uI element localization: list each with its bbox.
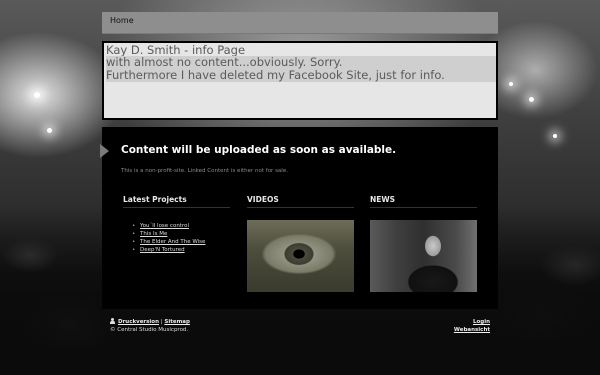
project-item[interactable]: This Is Me xyxy=(132,230,205,238)
project-link[interactable]: This Is Me xyxy=(140,231,167,237)
footer-left: Druckversion | Sitemap © Central Studio … xyxy=(110,318,190,334)
video-thumbnail-eye[interactable] xyxy=(247,220,354,292)
print-version-link[interactable]: Druckversion xyxy=(118,319,159,325)
stage-light xyxy=(34,92,40,98)
login-link[interactable]: Login xyxy=(454,318,490,326)
non-profit-notice: This is a non-profit-site. Linked Conten… xyxy=(121,168,288,174)
projects-list: You´ll lose control This Is Me The Elder… xyxy=(132,222,205,254)
divider xyxy=(370,207,477,208)
page-headline: Content will be uploaded as soon as avai… xyxy=(121,144,397,156)
person-icon xyxy=(110,318,115,324)
project-link[interactable]: The Elder And The Wise xyxy=(140,239,205,245)
stage-light xyxy=(509,82,513,86)
footer-separator: | xyxy=(160,319,163,325)
top-navigation: Home xyxy=(102,12,498,34)
footer-links: Druckversion | Sitemap xyxy=(110,318,190,327)
divider xyxy=(247,207,354,208)
project-link[interactable]: Deep'N Tortured xyxy=(140,247,185,253)
divider xyxy=(123,207,230,208)
main-content: Content will be uploaded as soon as avai… xyxy=(100,127,498,309)
info-line-facebook-note: Furthermore I have deleted my Facebook S… xyxy=(106,69,496,82)
nav-home-link[interactable]: Home xyxy=(110,16,134,25)
videos-title: VIDEOS xyxy=(247,195,279,204)
copyright-text: © Central Studio Musicprod. xyxy=(110,326,189,333)
stage-light xyxy=(47,128,52,133)
project-link[interactable]: You´ll lose control xyxy=(140,223,189,229)
project-item[interactable]: You´ll lose control xyxy=(132,222,205,230)
footer-right: Login Webansicht xyxy=(454,318,490,334)
news-thumbnail-portrait[interactable] xyxy=(370,220,477,292)
info-box: Kay D. Smith - info Page with almost no … xyxy=(102,41,498,120)
stage-light xyxy=(529,97,534,102)
web-view-link[interactable]: Webansicht xyxy=(454,326,490,334)
sitemap-link[interactable]: Sitemap xyxy=(164,319,190,325)
project-item[interactable]: The Elder And The Wise xyxy=(132,238,205,246)
latest-projects-title: Latest Projects xyxy=(123,195,187,204)
arrow-right-icon xyxy=(100,144,109,158)
stage-light xyxy=(553,134,557,138)
news-title: NEWS xyxy=(370,195,396,204)
project-item[interactable]: Deep'N Tortured xyxy=(132,246,205,254)
